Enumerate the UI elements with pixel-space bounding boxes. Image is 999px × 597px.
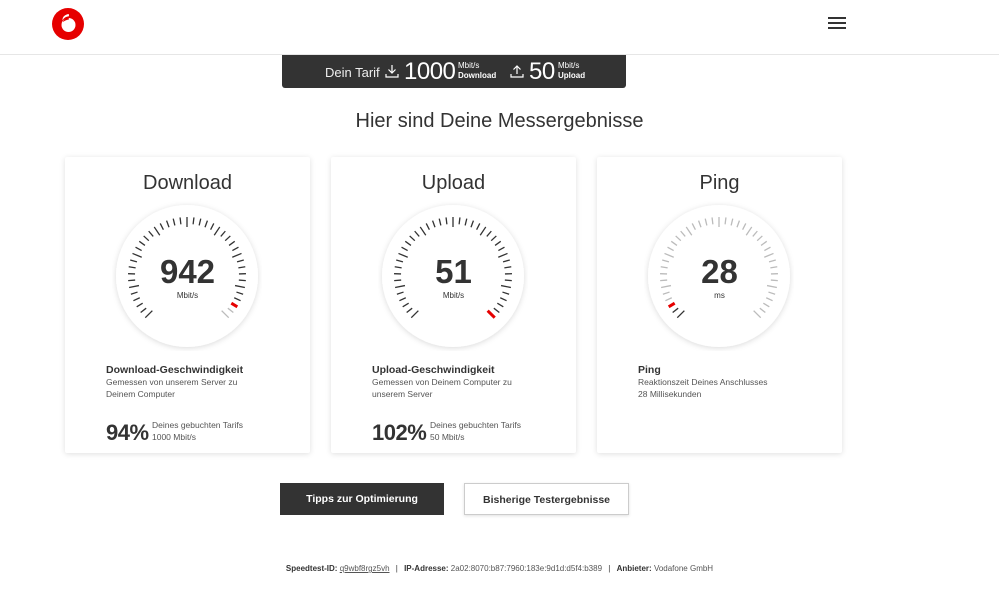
footer-info: Speedtest-ID: q9wbf8rgz5vh | IP-Adresse:… bbox=[0, 564, 999, 573]
info-title: Upload-Geschwindigkeit bbox=[372, 364, 495, 376]
ping-card: Ping 28 ms Ping Reaktionszeit Deines Ans… bbox=[597, 157, 842, 453]
tarif-upload-value: 50 bbox=[529, 58, 555, 85]
gauge-tick bbox=[445, 217, 448, 225]
card-title: Download bbox=[143, 172, 232, 194]
page-title: Hier sind Deine Messergebnisse bbox=[355, 110, 644, 132]
gauge-tick bbox=[724, 217, 727, 225]
tarif-label: Dein Tarif bbox=[325, 65, 380, 80]
ping-value: 28 bbox=[701, 253, 738, 290]
percent-value: 94% bbox=[106, 420, 149, 445]
gauge-tick bbox=[192, 217, 195, 225]
ip-value: 2a02:8070:b87:7960:183e:9d1d:d5f4:b389 bbox=[450, 564, 603, 573]
gauge-tick bbox=[458, 217, 461, 225]
info-title: Download-Geschwindigkeit bbox=[106, 364, 244, 376]
provider-value: Vodafone GmbH bbox=[653, 564, 714, 573]
download-value: 942 bbox=[159, 253, 216, 290]
percent-value: 102% bbox=[372, 420, 427, 445]
tarif-download-value: 1000 bbox=[404, 58, 456, 85]
download-icon bbox=[385, 65, 399, 78]
download-card: Download 942 Mbit/s Download-Geschwindig… bbox=[65, 157, 310, 453]
ping-unit: ms bbox=[714, 291, 725, 300]
speedtest-id-link[interactable]: q9wbf8rgz5vh bbox=[340, 564, 390, 573]
percent-description: Deines gebuchten Tarifs 50 Mbit/s bbox=[430, 420, 522, 442]
upload-unit: Mbit/s bbox=[442, 291, 465, 300]
download-unit: Mbit/s bbox=[176, 291, 199, 300]
info-description: Gemessen von Deinem Computer zu unserem S… bbox=[372, 377, 512, 399]
upload-icon bbox=[510, 65, 524, 78]
tips-button[interactable]: Tipps zur Optimierung bbox=[280, 483, 444, 515]
info-title: Ping bbox=[638, 364, 661, 376]
tarif-download-unit: Mbit/s Download bbox=[458, 61, 497, 80]
hamburger-menu-icon[interactable] bbox=[826, 14, 848, 34]
upload-value: 51 bbox=[435, 253, 472, 290]
top-header bbox=[0, 0, 999, 55]
vodafone-logo[interactable] bbox=[52, 8, 84, 40]
gauge-tick bbox=[711, 217, 714, 225]
card-title: Ping bbox=[699, 172, 740, 194]
ip-label: IP-Adresse: bbox=[404, 564, 449, 573]
info-description: Reaktionszeit Deines Anschlusses 28 Milli… bbox=[638, 377, 768, 399]
info-description: Gemessen von unserem Server zu Deinem Com… bbox=[106, 377, 238, 399]
percent-description: Deines gebuchten Tarifs 1000 Mbit/s bbox=[152, 420, 244, 442]
provider-label: Anbieter: bbox=[616, 564, 652, 573]
speedtest-id-label: Speedtest-ID: bbox=[285, 564, 338, 573]
divider: | bbox=[395, 564, 398, 573]
upload-card: Upload 51 Mbit/s Upload-Geschwindigkeit … bbox=[331, 157, 576, 453]
tarif-bar: Dein Tarif 1000 Mbit/s Download 50 Mbit/s… bbox=[282, 55, 626, 88]
divider: | bbox=[608, 564, 611, 573]
tarif-upload-unit: Mbit/s Upload bbox=[558, 61, 586, 80]
history-button[interactable]: Bisherige Testergebnisse bbox=[464, 483, 629, 515]
card-title: Upload bbox=[421, 172, 486, 194]
gauge-tick bbox=[179, 217, 182, 225]
